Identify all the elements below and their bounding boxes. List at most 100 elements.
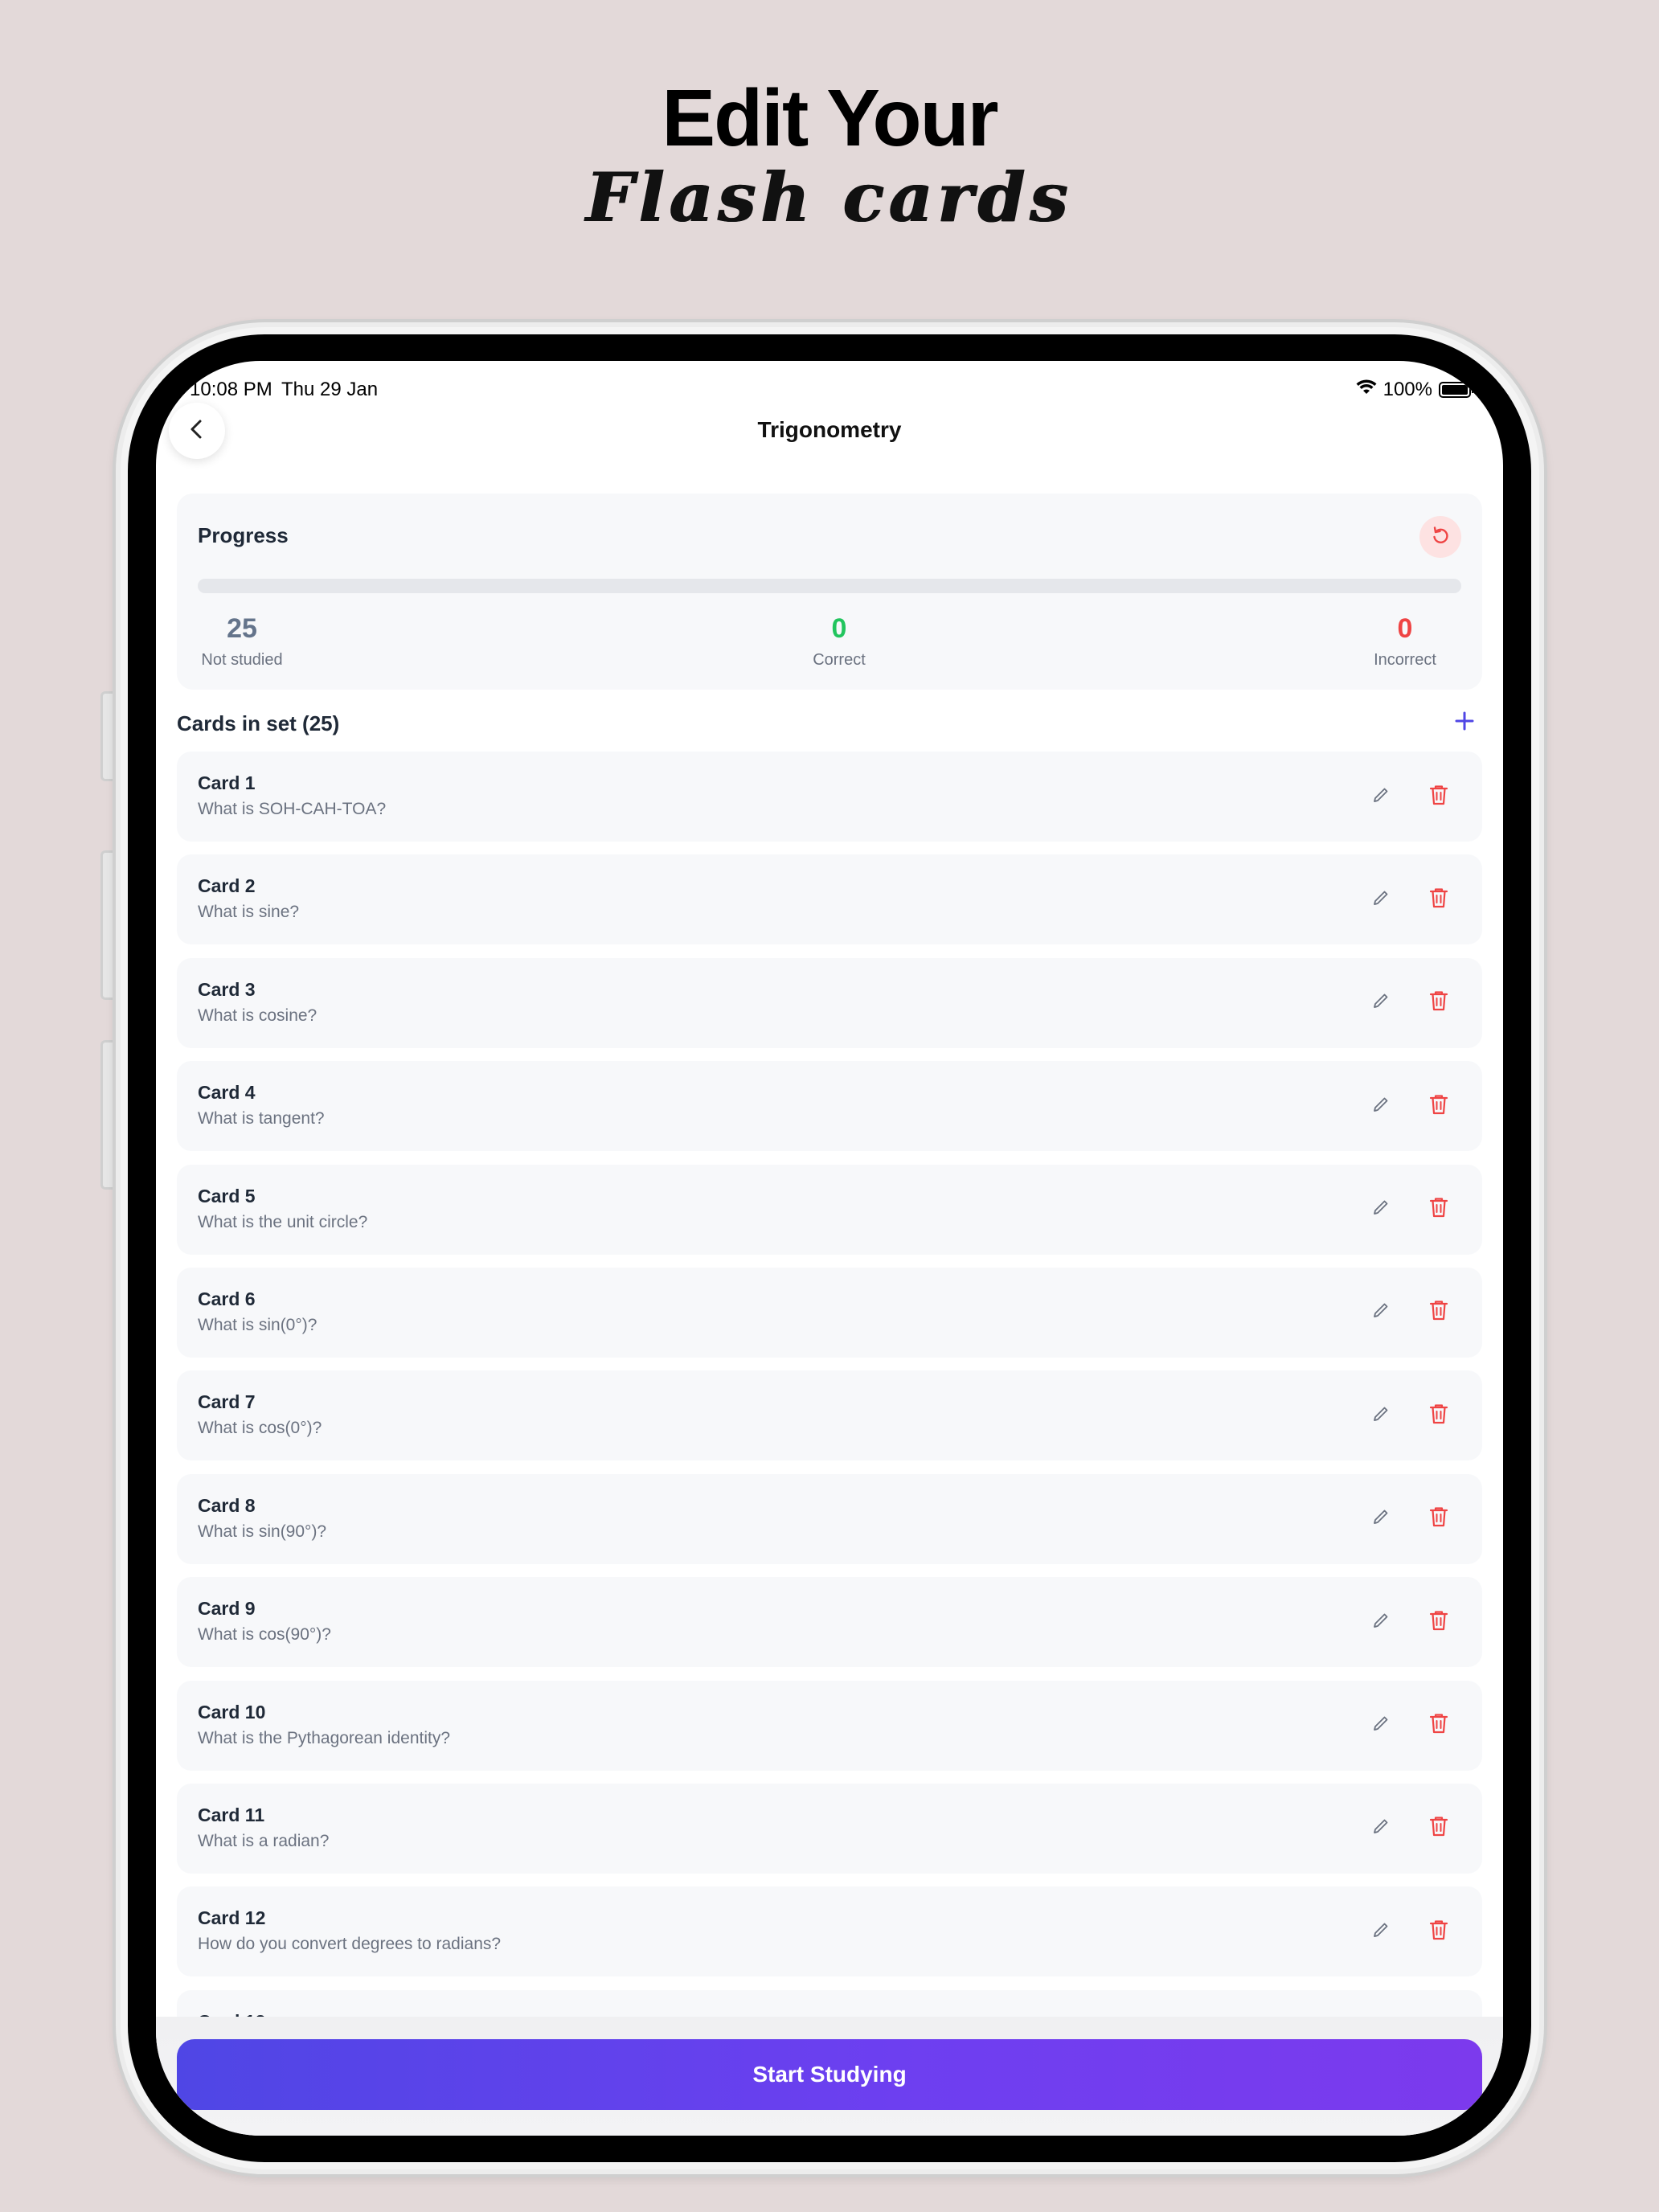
edit-card-button[interactable] bbox=[1365, 1813, 1397, 1845]
trash-icon bbox=[1428, 989, 1449, 1016]
trash-icon bbox=[1428, 784, 1449, 810]
edit-card-button[interactable] bbox=[1365, 1090, 1397, 1122]
card-question: What is cos(0°)? bbox=[198, 1419, 322, 1438]
trash-icon bbox=[1428, 1403, 1449, 1429]
card-question: What is tangent? bbox=[198, 1109, 325, 1129]
headline-line-2: Flash cards bbox=[586, 158, 1073, 237]
card-title: Card 1 bbox=[198, 772, 256, 793]
card-list-item[interactable]: Card 9 What is cos(90°)? bbox=[177, 1577, 1482, 1668]
plus-icon bbox=[1453, 710, 1476, 736]
wifi-icon bbox=[1356, 379, 1377, 401]
stat-incorrect: 0 Incorrect bbox=[1349, 612, 1461, 670]
not-studied-label: Not studied bbox=[201, 651, 283, 669]
card-title: Card 12 bbox=[198, 1907, 266, 1929]
chevron-left-icon bbox=[185, 417, 209, 445]
card-list: Card 1 What is SOH-CAH-TOA? Card 2 What is … bbox=[177, 752, 1482, 2093]
page-title: Trigonometry bbox=[757, 417, 902, 442]
card-list-item[interactable]: Card 2 What is sine? bbox=[177, 854, 1482, 945]
delete-card-button[interactable] bbox=[1423, 1813, 1455, 1845]
card-question: How do you convert degrees to radians? bbox=[198, 1935, 502, 1954]
reset-icon bbox=[1430, 525, 1451, 550]
battery-percent: 100% bbox=[1382, 379, 1432, 400]
battery-icon bbox=[1439, 382, 1474, 398]
card-question: What is cos(90°)? bbox=[198, 1625, 331, 1645]
card-title: Card 3 bbox=[198, 978, 256, 1000]
card-list-item[interactable]: Card 11 What is a radian? bbox=[177, 1783, 1482, 1874]
edit-card-button[interactable] bbox=[1365, 1710, 1397, 1742]
pencil-icon bbox=[1371, 991, 1391, 1014]
edit-card-button[interactable] bbox=[1365, 1194, 1397, 1226]
delete-card-button[interactable] bbox=[1423, 1606, 1455, 1638]
edit-card-button[interactable] bbox=[1365, 780, 1397, 813]
edit-card-button[interactable] bbox=[1365, 1606, 1397, 1638]
delete-card-button[interactable] bbox=[1423, 780, 1455, 813]
edit-card-button[interactable] bbox=[1365, 1915, 1397, 1948]
card-list-item[interactable]: Card 12 How do you convert degrees to rad… bbox=[177, 1886, 1482, 1977]
card-question: What is a radian? bbox=[198, 1831, 330, 1850]
card-title: Card 9 bbox=[198, 1598, 256, 1620]
card-list-item[interactable]: Card 1 What is SOH-CAH-TOA? bbox=[177, 752, 1482, 842]
card-list-item[interactable]: Card 8 What is sin(90°)? bbox=[177, 1473, 1482, 1564]
trash-icon bbox=[1428, 887, 1449, 913]
trash-icon bbox=[1428, 1196, 1449, 1223]
delete-card-button[interactable] bbox=[1423, 1090, 1455, 1122]
card-title: Card 11 bbox=[198, 1804, 265, 1825]
card-question: What is SOH-CAH-TOA? bbox=[198, 800, 387, 818]
pencil-icon bbox=[1371, 1095, 1391, 1118]
correct-label: Correct bbox=[813, 651, 866, 669]
card-title: Card 10 bbox=[198, 1701, 266, 1722]
delete-card-button[interactable] bbox=[1423, 1194, 1455, 1226]
trash-icon bbox=[1428, 1919, 1449, 1945]
card-title: Card 4 bbox=[198, 1082, 256, 1104]
back-button[interactable] bbox=[169, 403, 225, 459]
trash-icon bbox=[1428, 1299, 1449, 1325]
pencil-icon bbox=[1371, 888, 1391, 911]
not-studied-count: 25 bbox=[227, 613, 257, 644]
pencil-icon bbox=[1371, 1301, 1391, 1324]
device-side-button bbox=[100, 850, 113, 1000]
card-list-item[interactable]: Card 6 What is sin(0°)? bbox=[177, 1267, 1482, 1358]
edit-card-button[interactable] bbox=[1365, 1503, 1397, 1535]
delete-card-button[interactable] bbox=[1423, 1915, 1455, 1948]
edit-card-button[interactable] bbox=[1365, 987, 1397, 1019]
device-side-button bbox=[100, 691, 113, 781]
stat-correct: 0 Correct bbox=[775, 612, 903, 670]
status-time: 10:08 PM bbox=[190, 379, 272, 400]
incorrect-label: Incorrect bbox=[1374, 651, 1436, 669]
card-title: Card 7 bbox=[198, 1391, 256, 1413]
trash-icon bbox=[1428, 1505, 1449, 1532]
headline-line-1: Edit Your bbox=[662, 73, 998, 163]
pencil-icon bbox=[1371, 1507, 1391, 1530]
card-list-item[interactable]: Card 10 What is the Pythagorean identity? bbox=[177, 1680, 1482, 1771]
edit-card-button[interactable] bbox=[1365, 1399, 1397, 1432]
delete-card-button[interactable] bbox=[1423, 1399, 1455, 1432]
reset-progress-button[interactable] bbox=[1419, 516, 1461, 558]
incorrect-count: 0 bbox=[1397, 613, 1413, 644]
card-list-item[interactable]: Card 3 What is cosine? bbox=[177, 957, 1482, 1048]
card-list-item[interactable]: Card 5 What is the unit circle? bbox=[177, 1164, 1482, 1255]
card-list-item[interactable]: Card 7 What is cos(0°)? bbox=[177, 1370, 1482, 1461]
pencil-icon bbox=[1371, 1714, 1391, 1737]
progress-bar bbox=[198, 579, 1461, 593]
card-title: Card 5 bbox=[198, 1185, 256, 1206]
delete-card-button[interactable] bbox=[1423, 1710, 1455, 1742]
add-card-button[interactable] bbox=[1447, 705, 1482, 740]
edit-card-button[interactable] bbox=[1365, 883, 1397, 916]
trash-icon bbox=[1428, 1712, 1449, 1739]
progress-title: Progress bbox=[198, 523, 289, 547]
card-question: What is cosine? bbox=[198, 1006, 317, 1025]
edit-card-button[interactable] bbox=[1365, 1296, 1397, 1329]
stat-not-studied: 25 Not studied bbox=[198, 612, 286, 670]
card-question: What is the Pythagorean identity? bbox=[198, 1728, 451, 1747]
delete-card-button[interactable] bbox=[1423, 883, 1455, 916]
pencil-icon bbox=[1371, 1198, 1391, 1221]
start-studying-button[interactable]: Start Studying bbox=[177, 2039, 1482, 2110]
delete-card-button[interactable] bbox=[1423, 1296, 1455, 1329]
delete-card-button[interactable] bbox=[1423, 1503, 1455, 1535]
pencil-icon bbox=[1371, 1920, 1391, 1944]
pencil-icon bbox=[1371, 1404, 1391, 1428]
card-list-item[interactable]: Card 4 What is tangent? bbox=[177, 1061, 1482, 1152]
delete-card-button[interactable] bbox=[1423, 987, 1455, 1019]
card-title: Card 2 bbox=[198, 875, 256, 897]
card-question: What is the unit circle? bbox=[198, 1212, 368, 1231]
